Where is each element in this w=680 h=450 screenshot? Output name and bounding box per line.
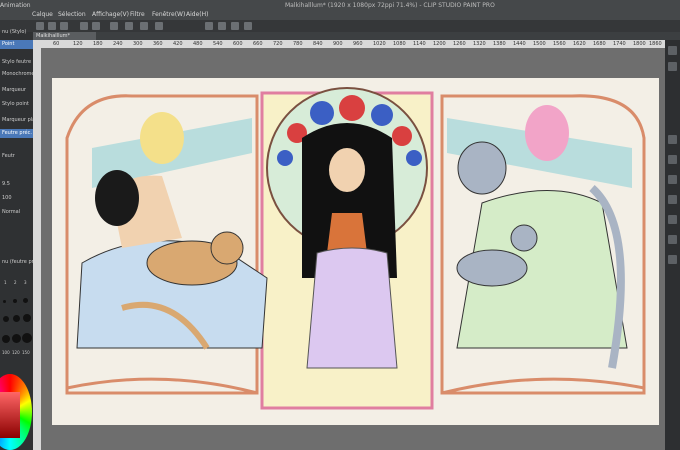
menu-aide[interactable]: Aide(H) bbox=[186, 11, 208, 18]
brush-size-3[interactable]: 3 bbox=[24, 280, 27, 285]
color-icon[interactable] bbox=[668, 215, 677, 224]
color-picker-square[interactable] bbox=[0, 392, 20, 438]
perspective-icon[interactable] bbox=[244, 22, 252, 30]
menu-fenetre[interactable]: Fenêtre(W) bbox=[152, 11, 185, 18]
app-title: Malkihalllum* (1920 x 1080px 72ppi 71.4%… bbox=[285, 2, 495, 9]
brush-dot[interactable] bbox=[3, 300, 6, 303]
layer-icon[interactable] bbox=[668, 62, 677, 71]
subtool-marqueur-plat[interactable]: Marqueur plat bbox=[0, 116, 33, 125]
transform-icon[interactable] bbox=[125, 22, 133, 30]
select-icon[interactable] bbox=[140, 22, 148, 30]
brush-dot[interactable] bbox=[23, 314, 31, 322]
window-title: Animation bbox=[0, 2, 31, 9]
undo-icon[interactable] bbox=[80, 22, 88, 30]
brush-size-1[interactable]: 1 bbox=[4, 280, 7, 285]
command-bar bbox=[0, 20, 680, 32]
grid-snap-icon[interactable] bbox=[231, 22, 239, 30]
right-toolbar bbox=[665, 40, 680, 450]
brush-dot[interactable] bbox=[13, 315, 20, 322]
brush-size-100[interactable]: 100 bbox=[2, 350, 10, 355]
ruler-horizontal: 60 120 180 240 300 360 420 480 540 600 6… bbox=[33, 40, 665, 48]
brush-dot[interactable] bbox=[13, 299, 17, 303]
history-icon[interactable] bbox=[668, 155, 677, 164]
opacity-value[interactable]: 100 bbox=[0, 194, 33, 203]
brush-size-2[interactable]: 2 bbox=[14, 280, 17, 285]
brush-size-150[interactable]: 150 bbox=[22, 350, 30, 355]
brush-dot[interactable] bbox=[23, 298, 28, 303]
new-icon[interactable] bbox=[36, 22, 44, 30]
palette-icon[interactable] bbox=[668, 255, 677, 264]
prop-label: Feutr bbox=[2, 153, 15, 159]
brush-dot[interactable] bbox=[2, 335, 10, 343]
clear-icon[interactable] bbox=[110, 22, 118, 30]
open-icon[interactable] bbox=[48, 22, 56, 30]
material-icon[interactable] bbox=[668, 175, 677, 184]
set-icon[interactable] bbox=[668, 235, 677, 244]
brush-size-value[interactable]: 9.5 bbox=[0, 180, 33, 189]
redo-icon[interactable] bbox=[92, 22, 100, 30]
brush-dot[interactable] bbox=[12, 334, 21, 343]
menu-affichage[interactable]: Affichage(V) bbox=[92, 11, 129, 18]
document-tab[interactable]: Malkihalllum* bbox=[33, 32, 96, 40]
point-tool[interactable]: Point bbox=[0, 40, 33, 49]
brush-size-header: nu (feutre pr..) bbox=[2, 259, 33, 265]
ruler-vertical bbox=[33, 48, 41, 450]
special-ruler-icon[interactable] bbox=[218, 22, 226, 30]
menu-selection[interactable]: Sélection bbox=[58, 11, 86, 18]
subtool-stylo-point[interactable]: Stylo point bbox=[0, 100, 33, 109]
subtool-stylo-feutre[interactable]: Stylo feutre bbox=[0, 58, 33, 67]
brush-dot[interactable] bbox=[22, 333, 32, 343]
artwork-canvas[interactable] bbox=[52, 78, 659, 425]
property-icon[interactable] bbox=[668, 135, 677, 144]
subtool-monochrome[interactable]: Monochrome bbox=[0, 70, 33, 79]
ruler-snap-icon[interactable] bbox=[205, 22, 213, 30]
save-icon[interactable] bbox=[60, 22, 68, 30]
brush-dot[interactable] bbox=[3, 316, 9, 322]
navigator-icon[interactable] bbox=[668, 46, 677, 55]
subtool-marqueur[interactable]: Marqueur bbox=[0, 86, 33, 95]
blend-mode[interactable]: Normal bbox=[0, 208, 33, 217]
menu-bar: Animation Malkihalllum* (1920 x 1080px 7… bbox=[0, 0, 680, 20]
panel-tab[interactable]: nu (Stylo) bbox=[0, 28, 33, 37]
menu-filtre[interactable]: Filtre bbox=[130, 11, 145, 18]
deselect-icon[interactable] bbox=[155, 22, 163, 30]
tool-icon[interactable] bbox=[668, 195, 677, 204]
artwork-illustration bbox=[65, 87, 646, 410]
subtool-feutre-precis[interactable]: Feutre préc. bbox=[0, 129, 33, 138]
brush-size-120[interactable]: 120 bbox=[12, 350, 20, 355]
menu-calque[interactable]: Calque bbox=[32, 11, 53, 18]
